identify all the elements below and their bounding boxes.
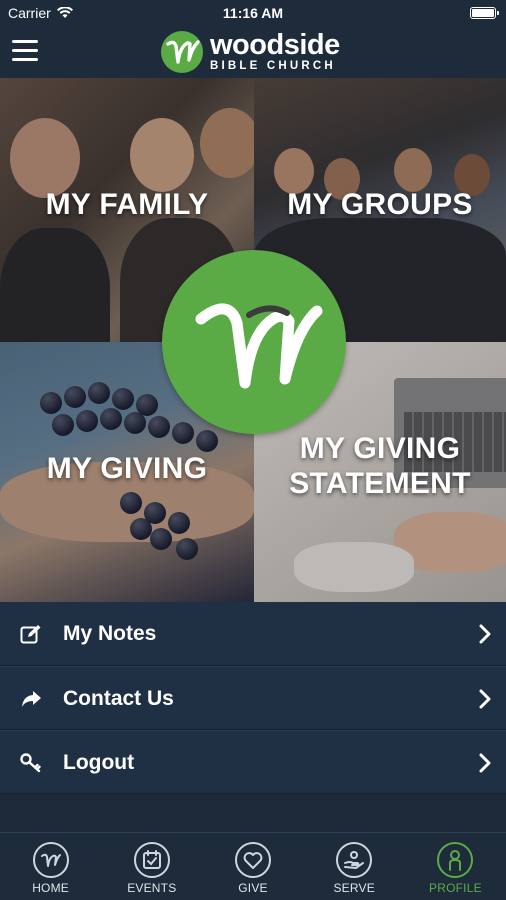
woodside-logo-mark-icon: [161, 31, 203, 73]
profile-tiles: MY FAMILY MY GROUPS MY GIVING MY GIVING …: [0, 78, 506, 602]
edit-note-icon: [20, 625, 41, 644]
menu-item-contact-us[interactable]: Contact Us: [0, 666, 506, 730]
status-time: 11:16 AM: [222, 5, 284, 21]
logo-name: woodside: [210, 29, 340, 62]
share-arrow-icon: [22, 691, 41, 707]
chevron-right-icon: [479, 753, 491, 773]
heart-icon: [235, 842, 271, 878]
tab-serve[interactable]: SERVE: [304, 833, 405, 900]
hamburger-menu-icon[interactable]: [12, 40, 38, 62]
chevron-right-icon: [479, 624, 491, 644]
tile-label-my-giving: MY GIVING: [46, 452, 208, 485]
tab-label: EVENTS: [127, 881, 177, 895]
tab-label: HOME: [32, 881, 69, 895]
tab-give[interactable]: GIVE: [202, 833, 303, 900]
tab-profile[interactable]: PROFILE: [405, 833, 506, 900]
menu-item-label: Logout: [63, 751, 135, 774]
tile-label-my-groups: MY GROUPS: [287, 188, 473, 221]
tab-label: GIVE: [238, 881, 268, 895]
menu-item-logout[interactable]: Logout: [0, 730, 506, 794]
profile-menu-list: My Notes Contact Us Logout: [0, 602, 506, 794]
tab-events[interactable]: EVENTS: [101, 833, 202, 900]
serve-hand-icon: [336, 842, 373, 878]
status-bar: Carrier 11:16 AM: [0, 0, 506, 26]
logo-subtitle: BIBLE CHURCH: [210, 60, 336, 73]
tab-label: PROFILE: [429, 881, 482, 895]
calendar-icon: [133, 842, 170, 878]
tab-label: SERVE: [333, 881, 375, 895]
woodside-center-mark-icon: [195, 303, 323, 389]
menu-item-label: Contact Us: [63, 687, 174, 710]
tile-label-my-giving-statement: MY GIVING STATEMENT: [289, 432, 471, 500]
center-logo-icon: [162, 250, 346, 434]
church-logo: woodside BIBLE CHURCH: [160, 28, 340, 76]
tile-label-my-family: MY FAMILY: [45, 188, 209, 221]
bottom-tab-bar: HOME EVENTS GIVE SERVE PROFILE: [0, 832, 506, 900]
menu-item-my-notes[interactable]: My Notes: [0, 602, 506, 666]
battery-icon: [470, 7, 499, 19]
menu-item-label: My Notes: [63, 622, 157, 645]
chevron-right-icon: [479, 689, 491, 709]
key-icon: [20, 753, 41, 773]
profile-icon: [437, 842, 474, 878]
home-logo-icon: [32, 842, 69, 878]
app-header: woodside BIBLE CHURCH: [0, 26, 506, 78]
tab-home[interactable]: HOME: [0, 833, 101, 900]
